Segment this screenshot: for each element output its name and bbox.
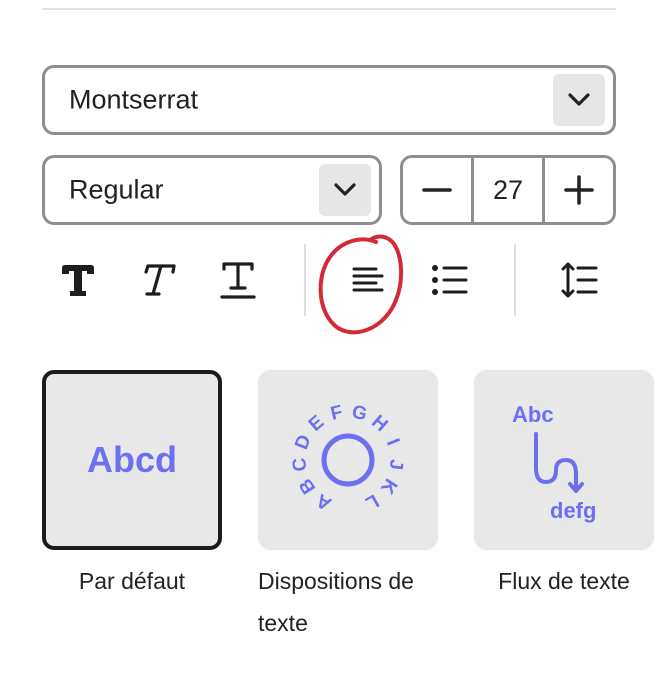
font-family-select[interactable]: Montserrat xyxy=(42,65,616,135)
bullet-list-icon xyxy=(432,265,468,295)
font-family-value: Montserrat xyxy=(69,84,199,115)
text-flow-card[interactable]: Abc defg xyxy=(474,370,654,550)
increase-size-button[interactable] xyxy=(545,158,613,222)
circle-letter: A xyxy=(313,489,336,514)
italic-icon xyxy=(144,264,176,296)
circle-letter: C xyxy=(289,456,311,472)
decrease-size-button[interactable] xyxy=(403,158,471,222)
circle-letter: I xyxy=(382,436,403,449)
font-style-value: Regular xyxy=(69,174,164,205)
circle-letter: F xyxy=(329,402,345,425)
underline-button[interactable] xyxy=(208,250,268,310)
circular-text-preview: ABCDE F GHIJKL xyxy=(289,401,407,514)
toolbar-divider xyxy=(514,244,516,316)
bullet-list-button[interactable] xyxy=(420,250,480,310)
flow-top-text: Abc xyxy=(512,402,554,427)
line-spacing-button[interactable] xyxy=(550,250,610,310)
text-style-default-card[interactable]: Abcd xyxy=(42,370,222,550)
text-layouts-caption-line1: Dispositions de xyxy=(258,568,414,594)
font-style-select[interactable]: Regular xyxy=(42,155,382,225)
circle-letter: D xyxy=(291,432,316,453)
font-size-stepper: 27 xyxy=(400,155,616,225)
bold-button[interactable] xyxy=(48,250,108,310)
font-style-dropdown-button[interactable] xyxy=(319,164,371,216)
italic-button[interactable] xyxy=(128,250,188,310)
circle-letter: E xyxy=(305,412,328,436)
minus-icon xyxy=(422,188,452,192)
text-layouts-card[interactable]: ABCDEFGHIJKL xyxy=(258,370,438,550)
circle-letter: K xyxy=(376,474,401,497)
plus-icon xyxy=(564,175,594,205)
flow-bottom-text: defg xyxy=(550,498,596,523)
circle-letter: H xyxy=(367,411,391,436)
top-divider xyxy=(42,8,616,10)
text-layouts-caption: Dispositions de texte xyxy=(258,560,448,644)
underline-icon xyxy=(220,262,256,299)
font-family-dropdown-button[interactable] xyxy=(553,74,605,126)
circle-letter: G xyxy=(350,401,369,425)
circle-letter: J xyxy=(385,458,407,471)
default-preview-text: Abcd xyxy=(87,439,177,480)
toolbar-divider xyxy=(304,244,306,316)
font-size-value[interactable]: 27 xyxy=(471,158,545,222)
circle-letter: B xyxy=(295,474,320,497)
bold-icon xyxy=(62,265,94,296)
circle-letter: L xyxy=(361,490,382,514)
text-flow-caption: Flux de texte xyxy=(498,568,630,594)
text-flow-preview: Abc defg xyxy=(512,402,596,523)
annotation-circle xyxy=(318,234,403,335)
text-layouts-caption-line2: texte xyxy=(258,610,308,636)
default-caption: Par défaut xyxy=(78,568,186,594)
chevron-down-icon xyxy=(568,93,590,106)
chevron-down-icon xyxy=(334,183,356,196)
line-spacing-icon xyxy=(561,262,598,298)
